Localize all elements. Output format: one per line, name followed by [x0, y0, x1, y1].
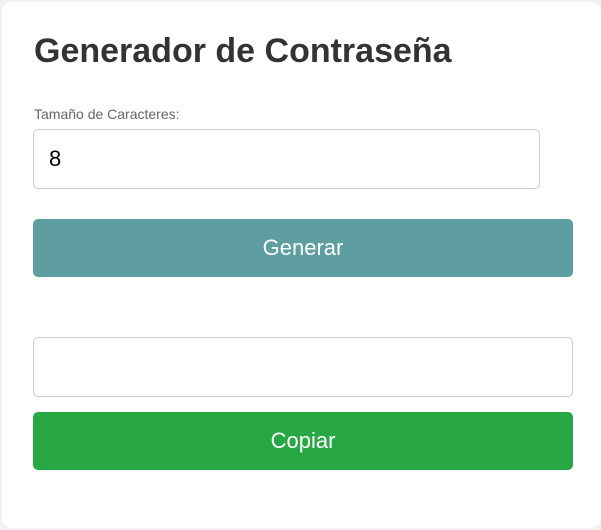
size-field-label: Tamaño de Caracteres: [34, 106, 180, 122]
password-generator-card: Generador de Contraseña Tamaño de Caract… [2, 2, 601, 528]
page-title: Generador de Contraseña [34, 32, 452, 70]
generate-button[interactable]: Generar [33, 219, 573, 277]
copy-button[interactable]: Copiar [33, 412, 573, 470]
password-output-field[interactable] [33, 337, 573, 397]
character-size-input[interactable] [33, 129, 540, 189]
